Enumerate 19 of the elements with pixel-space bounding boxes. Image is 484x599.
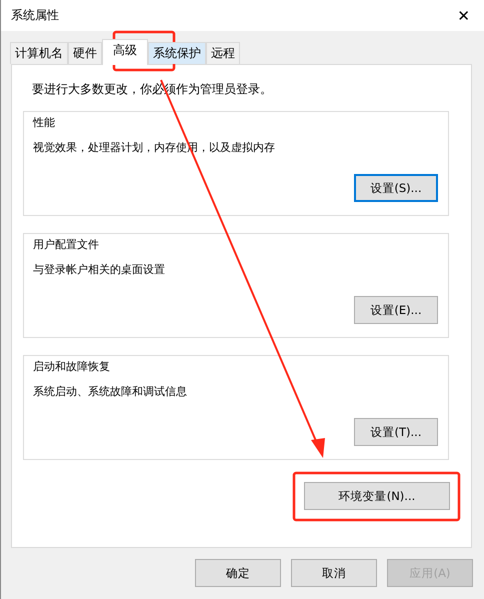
group-title: 启动和故障恢复 (33, 359, 111, 374)
group-title: 用户配置文件 (33, 237, 100, 252)
settings-button[interactable]: 设置(S)... (354, 174, 438, 202)
group-title: 性能 (33, 115, 56, 130)
tab[interactable]: 计算机名 (10, 42, 68, 64)
tab[interactable]: 远程 (206, 42, 240, 64)
tab[interactable]: 硬件 (68, 42, 102, 64)
settings-button[interactable]: 设置(T)... (354, 418, 438, 446)
tab[interactable]: 高级 (102, 39, 148, 65)
close-button[interactable]: ✕ (453, 6, 474, 24)
environment-variables-button[interactable]: 环境变量(N)... (304, 482, 450, 510)
settings-button[interactable]: 设置(E)... (354, 296, 438, 324)
window-title: 系统属性 (11, 7, 59, 24)
tab[interactable]: 系统保护 (148, 42, 206, 64)
dialog-button[interactable]: 确定 (195, 559, 281, 587)
dialog-button[interactable]: 取消 (291, 559, 377, 587)
highlight-frame (112, 30, 176, 72)
group-description: 系统启动、系统故障和调试信息 (33, 384, 188, 399)
group-description: 与登录帐户相关的桌面设置 (33, 262, 166, 277)
